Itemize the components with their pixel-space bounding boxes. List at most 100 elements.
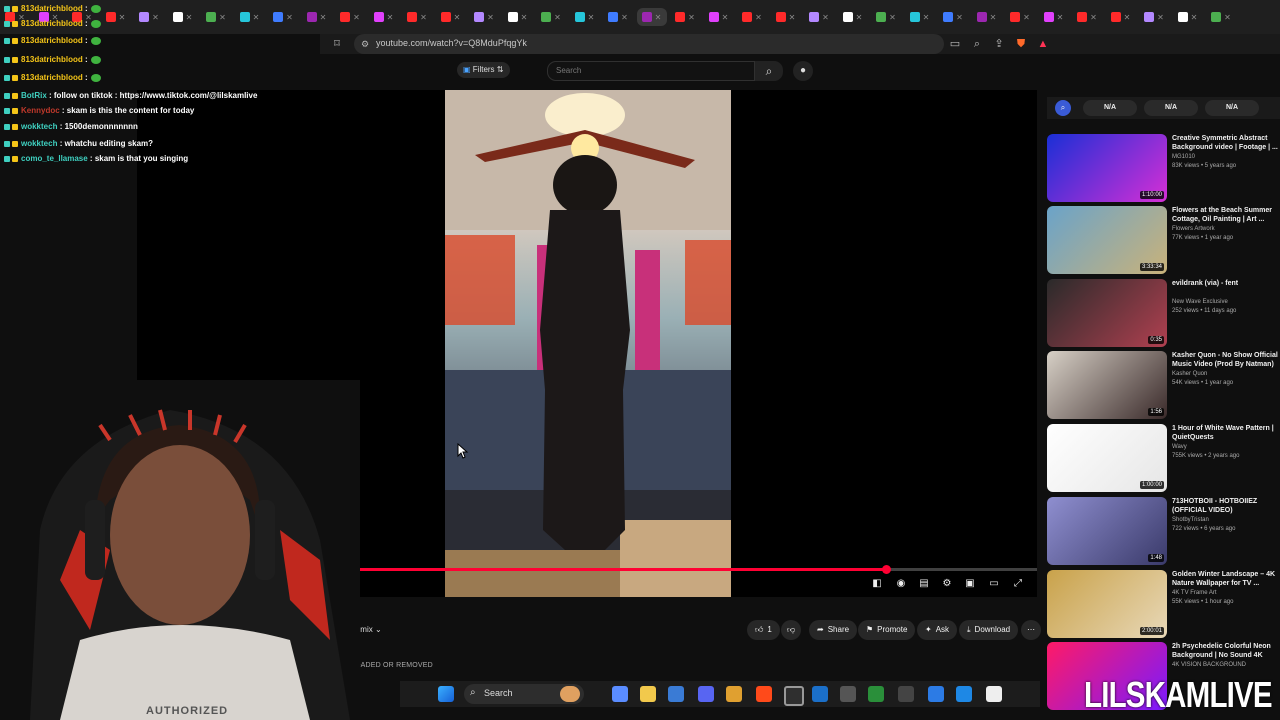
- tab-close-icon[interactable]: ✕: [956, 13, 963, 22]
- promote-button[interactable]: ⚑ Promote: [858, 620, 916, 640]
- tab-close-icon[interactable]: ✕: [822, 13, 829, 22]
- browser-tab[interactable]: ✕: [369, 8, 399, 26]
- notepad-icon[interactable]: [928, 686, 944, 702]
- video-title[interactable]: Kasher Quon - No Show Official Music Vid…: [1172, 351, 1280, 369]
- channel-name[interactable]: ShotbyTristan: [1172, 517, 1209, 523]
- progress-bar[interactable]: [349, 565, 1037, 574]
- channel-name[interactable]: New Wave Exclusive: [1172, 299, 1228, 305]
- tab-close-icon[interactable]: ✕: [387, 13, 394, 22]
- browser-tab[interactable]: ✕: [402, 8, 432, 26]
- browser-tab[interactable]: ✕: [335, 8, 365, 26]
- chip-0[interactable]: N/A: [1083, 100, 1137, 116]
- taskbar-search[interactable]: ⌕ Search: [464, 684, 584, 704]
- progress-scrubber[interactable]: [881, 565, 891, 574]
- zoom-icon[interactable]: ⌕: [970, 37, 984, 51]
- tab-close-icon[interactable]: ✕: [990, 13, 997, 22]
- video-thumbnail[interactable]: 0:35: [1047, 279, 1167, 347]
- tab-close-icon[interactable]: ✕: [420, 13, 427, 22]
- video-thumbnail[interactable]: 1:48: [1047, 497, 1167, 565]
- steam-icon[interactable]: [812, 686, 828, 702]
- browser-tab[interactable]: ✕: [804, 8, 834, 26]
- tab-close-icon[interactable]: ✕: [320, 13, 327, 22]
- browser-tab[interactable]: ✕: [1005, 8, 1035, 26]
- file-explorer-icon[interactable]: [640, 686, 656, 702]
- video-app-icon[interactable]: [898, 686, 914, 702]
- video-thumbnail[interactable]: 1:00:00: [1047, 424, 1167, 492]
- like-button[interactable]: 👍︎ 1: [747, 620, 780, 640]
- miniplayer-icon[interactable]: ▣: [962, 576, 978, 592]
- video-title[interactable]: Creative Symmetric Abstract Background v…: [1172, 134, 1280, 152]
- discord-icon[interactable]: [698, 686, 714, 702]
- theater-mode-icon[interactable]: ▭: [986, 576, 1002, 592]
- capcut-icon[interactable]: [986, 686, 1002, 702]
- brave-shield-icon[interactable]: ⛊: [1014, 37, 1028, 51]
- channel-name[interactable]: Flowers Artwork: [1172, 226, 1215, 232]
- chip-1[interactable]: N/A: [1144, 100, 1198, 116]
- browser-tab[interactable]: ✕: [1139, 8, 1169, 26]
- tab-close-icon[interactable]: ✕: [856, 13, 863, 22]
- app-icon[interactable]: [840, 686, 856, 702]
- share-button[interactable]: ➦ Share: [809, 620, 858, 640]
- recommended-video[interactable]: 1:56 Kasher Quon - No Show Official Music…: [1045, 351, 1280, 421]
- channel-name[interactable]: 4K TV Frame Art: [1172, 590, 1217, 596]
- tab-close-icon[interactable]: ✕: [588, 13, 595, 22]
- browser-tab[interactable]: ✕: [469, 8, 499, 26]
- ask-button[interactable]: ✦ Ask: [917, 620, 958, 640]
- chip-2[interactable]: N/A: [1205, 100, 1259, 116]
- tab-close-icon[interactable]: ✕: [1224, 13, 1231, 22]
- browser-tab[interactable]: ✕: [670, 8, 700, 26]
- chapters-icon[interactable]: ◧: [869, 576, 885, 592]
- app-icon[interactable]: [868, 686, 884, 702]
- channel-name[interactable]: Wavy: [1172, 444, 1187, 450]
- recommended-video[interactable]: 2:00:01 Golden Winter Landscape – 4K Natu…: [1045, 570, 1280, 640]
- channel-name[interactable]: MG1010: [1172, 154, 1195, 160]
- subtitles-icon[interactable]: ▤: [916, 576, 932, 592]
- browser-tab[interactable]: ✕: [771, 8, 801, 26]
- browser-tab[interactable]: ✕: [1206, 8, 1236, 26]
- tab-close-icon[interactable]: ✕: [688, 13, 695, 22]
- tab-close-icon[interactable]: ✕: [353, 13, 360, 22]
- photos-icon[interactable]: [956, 686, 972, 702]
- tab-close-icon[interactable]: ✕: [1124, 13, 1131, 22]
- search-input[interactable]: Search: [547, 61, 755, 81]
- video-title[interactable]: 1 Hour of White Wave Pattern | QuietQues…: [1172, 424, 1280, 442]
- browser-tab[interactable]: ✕: [436, 8, 466, 26]
- channel-name[interactable]: 4K VISION BACKGROUND: [1172, 662, 1246, 668]
- tab-close-icon[interactable]: ✕: [655, 13, 662, 22]
- download-button[interactable]: ⤓ Download: [959, 620, 1019, 640]
- video-title[interactable]: Flowers at the Beach Summer Cottage, Oil…: [1172, 206, 1280, 224]
- more-actions-button[interactable]: ⋯: [1021, 620, 1041, 640]
- browser-tab[interactable]: ✕: [704, 8, 734, 26]
- browser-tab[interactable]: ✕: [1106, 8, 1136, 26]
- fullscreen-icon[interactable]: ⤢: [1010, 576, 1026, 592]
- tab-close-icon[interactable]: ✕: [454, 13, 461, 22]
- tab-close-icon[interactable]: ✕: [1023, 13, 1030, 22]
- browser-tab[interactable]: ✕: [871, 8, 901, 26]
- tab-close-icon[interactable]: ✕: [621, 13, 628, 22]
- browser-tab[interactable]: ✕: [636, 8, 667, 26]
- windows-start-icon[interactable]: [438, 686, 454, 702]
- recommended-video[interactable]: 3:33:34 Flowers at the Beach Summer Cotta…: [1045, 206, 1280, 276]
- browser-tab[interactable]: ✕: [536, 8, 566, 26]
- tab-close-icon[interactable]: ✕: [1157, 13, 1164, 22]
- tab-close-icon[interactable]: ✕: [1191, 13, 1198, 22]
- video-title[interactable]: 2h Psychedelic Colorful Neon Background …: [1172, 642, 1280, 660]
- rewards-icon[interactable]: ▲: [1036, 37, 1050, 51]
- share-icon[interactable]: ⇪: [992, 37, 1006, 51]
- browser-tab[interactable]: ✕: [570, 8, 600, 26]
- dislike-button[interactable]: 👎︎: [781, 620, 802, 640]
- video-title[interactable]: Golden Winter Landscape – 4K Nature Wall…: [1172, 570, 1280, 588]
- brave-icon[interactable]: [756, 686, 772, 702]
- tab-close-icon[interactable]: ✕: [755, 13, 762, 22]
- tab-close-icon[interactable]: ✕: [1057, 13, 1064, 22]
- browser-tab[interactable]: ✕: [1173, 8, 1203, 26]
- site-info-icon[interactable]: ⚙: [358, 37, 372, 51]
- browser-tab[interactable]: ✕: [737, 8, 767, 26]
- recommended-video[interactable]: 1:48 713HOTBOII - HOTBOIIEZ (OFFICIAL VID…: [1045, 497, 1280, 567]
- autoplay-toggle-icon[interactable]: ◉: [893, 576, 909, 592]
- video-thumbnail[interactable]: 1:56: [1047, 351, 1167, 419]
- browser-tab[interactable]: ✕: [603, 8, 633, 26]
- video-thumbnail[interactable]: 3:33:34: [1047, 206, 1167, 274]
- filter-icon[interactable]: ⌕: [1055, 100, 1071, 116]
- store-icon[interactable]: [668, 686, 684, 702]
